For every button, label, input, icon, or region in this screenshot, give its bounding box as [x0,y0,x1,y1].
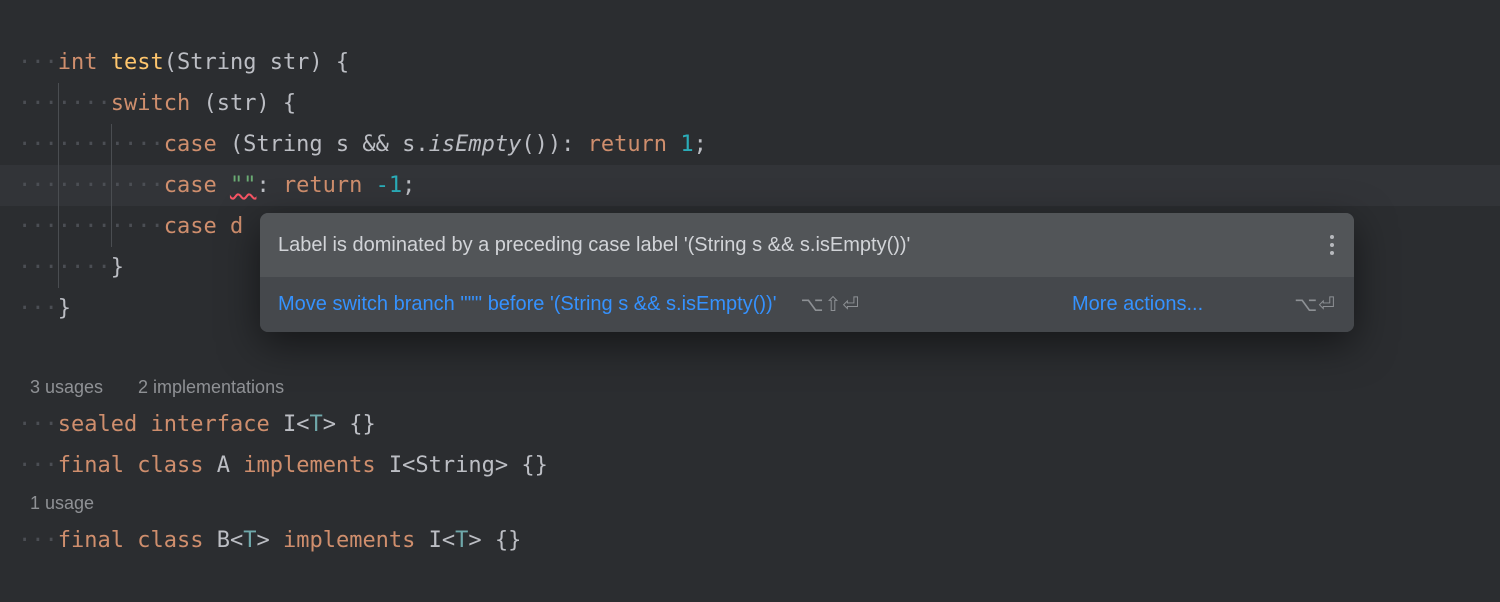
keyword-sealed: sealed [58,412,137,437]
pattern-open: (String s && s. [230,132,429,157]
inspection-message: Label is dominated by a preceding case l… [278,234,910,257]
generic-param: T [309,412,322,437]
inspection-popup[interactable]: Label is dominated by a preceding case l… [260,213,1354,332]
code-line[interactable]: ··· final class B<T> implements I<T> {} [0,520,1500,561]
class-name: A [217,453,244,478]
keyword-implements: implements [283,528,415,553]
close-brace: } [111,255,124,280]
impl-type: I<String> {} [389,453,548,478]
code-line-highlighted[interactable]: ··········· case "": return -1; [0,165,1500,206]
usages-inlay[interactable]: 3 usages [30,377,103,398]
keyword-implements: implements [243,453,375,478]
code-line[interactable]: ··· int test(String str) { [0,42,1500,83]
string-literal-warning: "" [230,173,257,198]
colon: : [256,173,269,198]
keyword-class: class [137,528,203,553]
generic-param: T [455,528,468,553]
keyword-switch: switch [111,91,190,116]
param-decl: (String str) { [164,50,349,75]
shortcut-label: ⌥⏎ [1294,292,1336,317]
code-line[interactable]: ··········· case (String s && s.isEmpty(… [0,124,1500,165]
type-name: I< [283,412,310,437]
inspection-title-bar: Label is dominated by a preceding case l… [260,213,1354,277]
keyword-case: case [164,173,217,198]
type-close: > [256,528,283,553]
keyword-interface: interface [150,412,269,437]
class-name: B< [217,528,244,553]
switch-expr: (str) { [203,91,296,116]
type-close: > {} [323,412,376,437]
number-literal: 1 [680,132,693,157]
impl-type-open: I< [429,528,456,553]
quick-fix-row[interactable]: Move switch branch '""' before '(String … [260,277,1354,332]
number-literal: -1 [376,173,403,198]
impl-type-close: > {} [468,528,521,553]
blank-line [0,329,1500,370]
method-name: test [111,50,164,75]
inlay-hints-row[interactable]: 1 usage [0,486,1500,520]
generic-param: T [243,528,256,553]
usages-inlay[interactable]: 1 usage [30,493,94,514]
keyword-int: int [58,50,98,75]
quick-fix-action[interactable]: Move switch branch '""' before '(String … [278,293,777,316]
keyword-final: final [58,528,124,553]
keyword-partial: d [230,214,243,239]
shortcut-label: ⌥⇧⏎ [801,292,861,317]
code-line[interactable]: ··· sealed interface I<T> {} [0,404,1500,445]
pattern-close: ()): [521,132,587,157]
implementations-inlay[interactable]: 2 implementations [138,377,284,398]
semicolon: ; [402,173,415,198]
inlay-hints-row[interactable]: 3 usages 2 implementations [0,370,1500,404]
keyword-final: final [58,453,124,478]
code-line[interactable]: ······· switch (str) { [0,83,1500,124]
keyword-class: class [137,453,203,478]
keyword-case: case [164,214,217,239]
keyword-return: return [283,173,362,198]
semicolon: ; [694,132,707,157]
more-menu-icon[interactable] [1324,229,1340,261]
keyword-return: return [588,132,667,157]
code-line[interactable]: ··· final class A implements I<String> {… [0,445,1500,486]
keyword-case: case [164,132,217,157]
method-call: isEmpty [429,132,522,157]
close-brace: } [58,296,71,321]
more-actions-link[interactable]: More actions... [1072,293,1203,316]
